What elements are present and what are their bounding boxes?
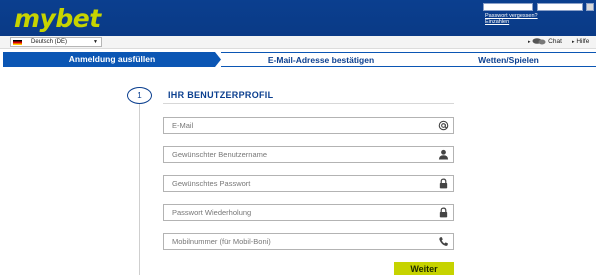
email-input[interactable] [164,118,434,133]
lock-icon [439,207,448,218]
chat-link[interactable]: ▸ Chat [528,38,562,45]
password-input[interactable] [164,176,434,191]
user-icon [438,149,449,160]
help-link[interactable]: ▸ Hilfe [572,38,589,45]
chat-label: Chat [548,38,562,46]
username-field[interactable] [163,146,454,163]
utility-bar: Deutsch (DE) ▼ ▸ Chat ▸ Hilfe [0,36,596,49]
login-password-input[interactable] [537,3,583,11]
section-divider [163,103,454,104]
email-field[interactable] [163,117,454,134]
deposit-link[interactable]: Einzahlen [485,19,509,25]
registration-steps: Anmeldung ausfüllen E-Mail-Adresse bestä… [3,52,596,67]
mobile-number-input[interactable] [164,234,434,249]
help-label: Hilfe [576,38,590,45]
step-confirm-email: E-Mail-Adresse bestätigen [221,52,421,67]
login-username-input[interactable] [483,3,533,11]
next-button[interactable]: Weiter [394,262,454,275]
step-fill-registration: Anmeldung ausfüllen [3,52,221,67]
mybet-logo[interactable]: mybet [14,4,101,33]
password-field[interactable] [163,175,454,192]
section-title: IHR BENUTZERPROFIL [168,90,274,100]
language-select-label: Deutsch (DE) [31,39,68,45]
login-button[interactable] [586,3,594,11]
chevron-right-icon: ▸ [528,39,531,46]
phone-icon [439,237,448,246]
password-repeat-field[interactable] [163,204,454,221]
username-input[interactable] [164,147,434,162]
chevron-right-icon: ▸ [572,39,575,45]
lock-icon [439,178,448,189]
step-number-badge: 1 [127,87,152,104]
at-icon [438,120,449,131]
step-bet-play: Wetten/Spielen [421,52,596,67]
top-header: mybet Passwort vergessen? Einzahlen [0,0,596,36]
chat-icon [532,38,546,45]
language-select[interactable]: Deutsch (DE) ▼ [10,37,102,47]
mobile-number-field[interactable] [163,233,454,250]
password-repeat-input[interactable] [164,205,434,220]
german-flag-icon [13,40,22,45]
step-connector-line [139,100,140,275]
chevron-down-icon: ▼ [93,39,98,45]
